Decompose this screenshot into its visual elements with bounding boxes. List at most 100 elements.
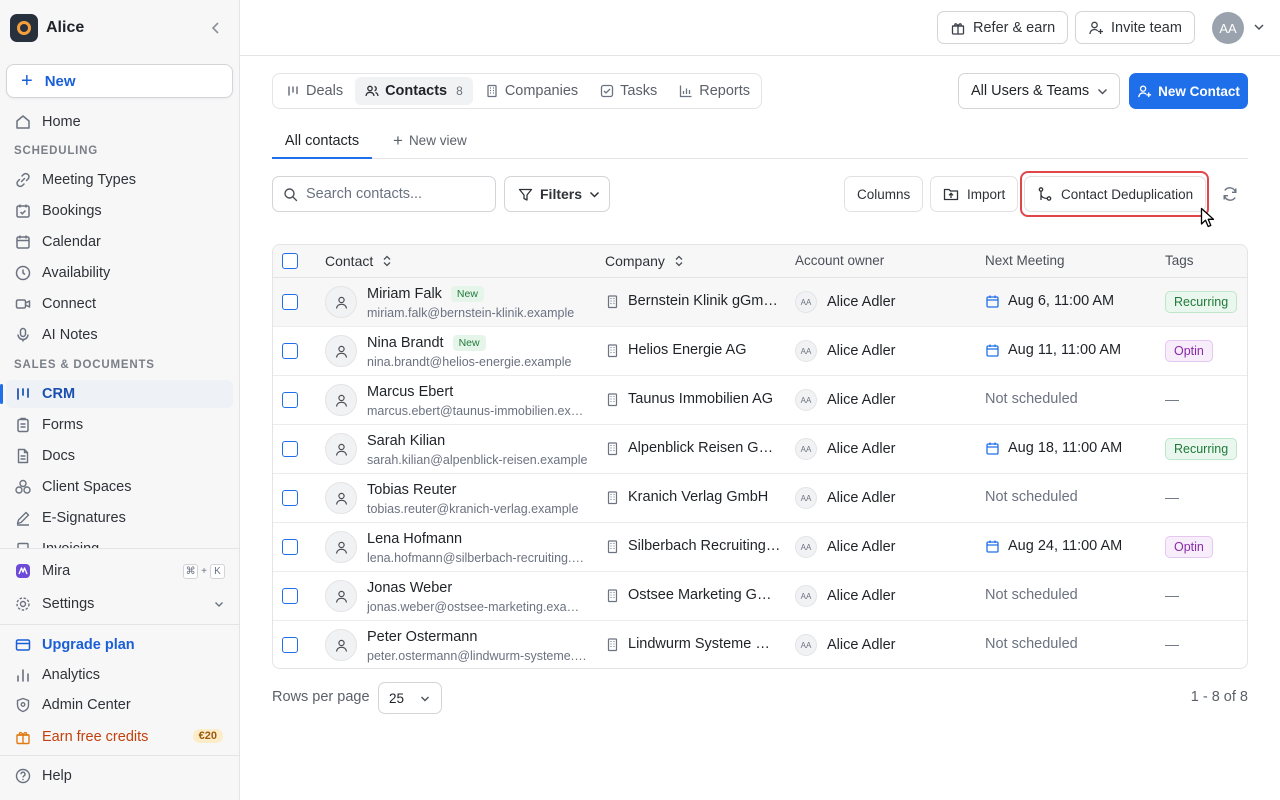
sidebar-item-meeting-types[interactable]: Meeting Types [6, 166, 233, 194]
user-icon [335, 639, 347, 652]
row-checkbox[interactable] [282, 539, 298, 555]
collapse-sidebar-icon[interactable] [208, 20, 224, 36]
contact-name-cell[interactable]: Peter Ostermann [367, 629, 477, 645]
empty-tag: — [1165, 489, 1179, 505]
contact-name-cell[interactable]: Sarah Kilian [367, 433, 445, 449]
owner-name: Alice Adler [827, 637, 896, 653]
row-checkbox[interactable] [282, 392, 298, 408]
view-tab-all-contacts[interactable]: All contacts [272, 124, 372, 159]
new-contact-button[interactable]: New Contact [1129, 73, 1248, 109]
home-icon [16, 115, 30, 129]
sidebar-item-availability[interactable]: Availability [6, 259, 233, 287]
section-label-scheduling: SCHEDULING [14, 145, 99, 157]
rows-per-page-select[interactable]: 25 [378, 682, 442, 714]
sidebar-item-crm[interactable]: CRM [0, 380, 233, 408]
table-row[interactable]: Miriam Falk New miriam.falk@bernstein-klin… [273, 278, 1247, 327]
contact-email: miriam.falk@bernstein-klinik.example [367, 306, 575, 320]
sidebar-item-client-spaces[interactable]: Client Spaces [6, 473, 233, 501]
table-row[interactable]: Nina Brandt New nina.brandt@helios-energie… [273, 327, 1247, 376]
mic-icon [17, 327, 29, 342]
next-meeting-cell[interactable]: Aug 18, 11:00 AM [985, 440, 1122, 456]
column-header-company[interactable]: Company [605, 253, 685, 269]
refresh-icon[interactable] [1221, 185, 1239, 203]
company-cell[interactable]: Alpenblick Reisen GmbH [605, 440, 781, 456]
tab-tasks[interactable]: Tasks [590, 77, 667, 105]
contact-name-cell[interactable]: Lena Hofmann [367, 531, 462, 547]
sidebar-item-admin-center[interactable]: Admin Center [6, 691, 233, 719]
sidebar-item-ai-notes[interactable]: AI Notes [6, 321, 233, 349]
sidebar-item-help[interactable]: Help [6, 762, 233, 790]
user-avatar[interactable]: AA [1212, 12, 1244, 44]
sidebar-item-mira[interactable]: Mira ⌘ + K [6, 557, 233, 585]
sidebar-item-connect[interactable]: Connect [6, 290, 233, 318]
table-row[interactable]: Jonas Weber jonas.weber@ostsee-marketing.… [273, 572, 1247, 621]
row-checkbox[interactable] [282, 343, 298, 359]
company-cell[interactable]: Ostsee Marketing GmbH [605, 587, 781, 603]
filters-button[interactable]: Filters [504, 176, 610, 212]
next-meeting-cell: Not scheduled [985, 636, 1078, 652]
chevron-down-icon[interactable] [1252, 20, 1266, 34]
search-input[interactable] [306, 186, 476, 202]
tab-deals[interactable]: Deals [276, 77, 353, 105]
next-meeting-cell[interactable]: Aug 11, 11:00 AM [985, 342, 1121, 358]
row-checkbox[interactable] [282, 588, 298, 604]
tab-reports[interactable]: Reports [669, 77, 760, 105]
video-icon [15, 299, 31, 309]
contact-name-cell[interactable]: Tobias Reuter [367, 482, 456, 498]
table-row[interactable]: Tobias Reuter tobias.reuter@kranich-verla… [273, 474, 1247, 523]
new-button[interactable]: + New [6, 64, 233, 98]
table-row[interactable]: Marcus Ebert marcus.ebert@taunus-immobili… [273, 376, 1247, 425]
next-meeting-cell[interactable]: Aug 6, 11:00 AM [985, 293, 1114, 309]
sidebar-item-bookings[interactable]: Bookings [6, 197, 233, 225]
table-row[interactable]: Peter Ostermann peter.ostermann@lindwurm-… [273, 621, 1247, 668]
row-checkbox[interactable] [282, 490, 298, 506]
invite-team-button[interactable]: Invite team [1075, 11, 1195, 44]
sidebar-item-home[interactable]: Home [6, 108, 233, 136]
refer-earn-button[interactable]: Refer & earn [937, 11, 1069, 44]
owner-name: Alice Adler [827, 294, 896, 310]
sidebar-item-settings[interactable]: Settings [6, 590, 233, 618]
user-icon [335, 541, 347, 554]
contact-name-cell[interactable]: Jonas Weber [367, 580, 452, 596]
sidebar-item-label: Upgrade plan [42, 637, 135, 653]
company-cell[interactable]: Lindwurm Systeme GmbH [605, 636, 781, 652]
owner-cell: AA Alice Adler [795, 585, 896, 607]
sidebar-item-e-signatures[interactable]: E-Signatures [6, 504, 233, 532]
sidebar-item-label: Settings [42, 596, 95, 612]
shield-icon [16, 697, 30, 713]
row-checkbox[interactable] [282, 441, 298, 457]
sidebar-item-calendar[interactable]: Calendar [6, 228, 233, 256]
company-cell[interactable]: Helios Energie AG [605, 342, 781, 358]
sidebar-item-earn-credits[interactable]: Earn free credits €20 [6, 723, 233, 751]
sidebar-item-docs[interactable]: Docs [6, 442, 233, 470]
tab-companies[interactable]: Companies [475, 77, 588, 105]
table-row[interactable]: Lena Hofmann lena.hofmann@silberbach-recr… [273, 523, 1247, 572]
contact-name-cell[interactable]: Miriam Falk New [367, 286, 484, 302]
next-meeting-cell[interactable]: Aug 24, 11:00 AM [985, 538, 1122, 554]
tab-contacts[interactable]: Contacts 8 [355, 77, 473, 105]
table-row[interactable]: Sarah Kilian sarah.kilian@alpenblick-reis… [273, 425, 1247, 474]
contact-name-cell[interactable]: Nina Brandt New [367, 335, 486, 351]
columns-button[interactable]: Columns [844, 176, 924, 212]
next-meeting-cell: Not scheduled [985, 391, 1078, 407]
sidebar-item-label: Meeting Types [42, 172, 137, 188]
sidebar-item-upgrade-plan[interactable]: Upgrade plan [6, 631, 233, 659]
import-button[interactable]: Import [930, 176, 1019, 212]
sidebar-item-invoicing[interactable]: Invoicing [6, 535, 233, 549]
row-checkbox[interactable] [282, 294, 298, 310]
new-view-button[interactable]: + New view [393, 132, 467, 149]
company-cell[interactable]: Taunus Immobilien AG [605, 391, 781, 407]
workspace-switcher[interactable]: Alice [10, 14, 230, 42]
users-teams-select[interactable]: All Users & Teams [958, 73, 1120, 109]
building-icon [607, 392, 618, 406]
company-cell[interactable]: Silberbach Recruiting GmbH [605, 538, 781, 554]
owner-avatar: AA [795, 536, 817, 558]
row-checkbox[interactable] [282, 637, 298, 653]
select-all-checkbox[interactable] [282, 253, 298, 269]
column-header-contact[interactable]: Contact [325, 253, 393, 269]
sidebar-item-forms[interactable]: Forms [6, 411, 233, 439]
sidebar-item-analytics[interactable]: Analytics [6, 661, 233, 689]
company-cell[interactable]: Bernstein Klinik gGmbH [605, 293, 781, 309]
company-cell[interactable]: Kranich Verlag GmbH [605, 489, 781, 505]
contact-name-cell[interactable]: Marcus Ebert [367, 384, 453, 400]
